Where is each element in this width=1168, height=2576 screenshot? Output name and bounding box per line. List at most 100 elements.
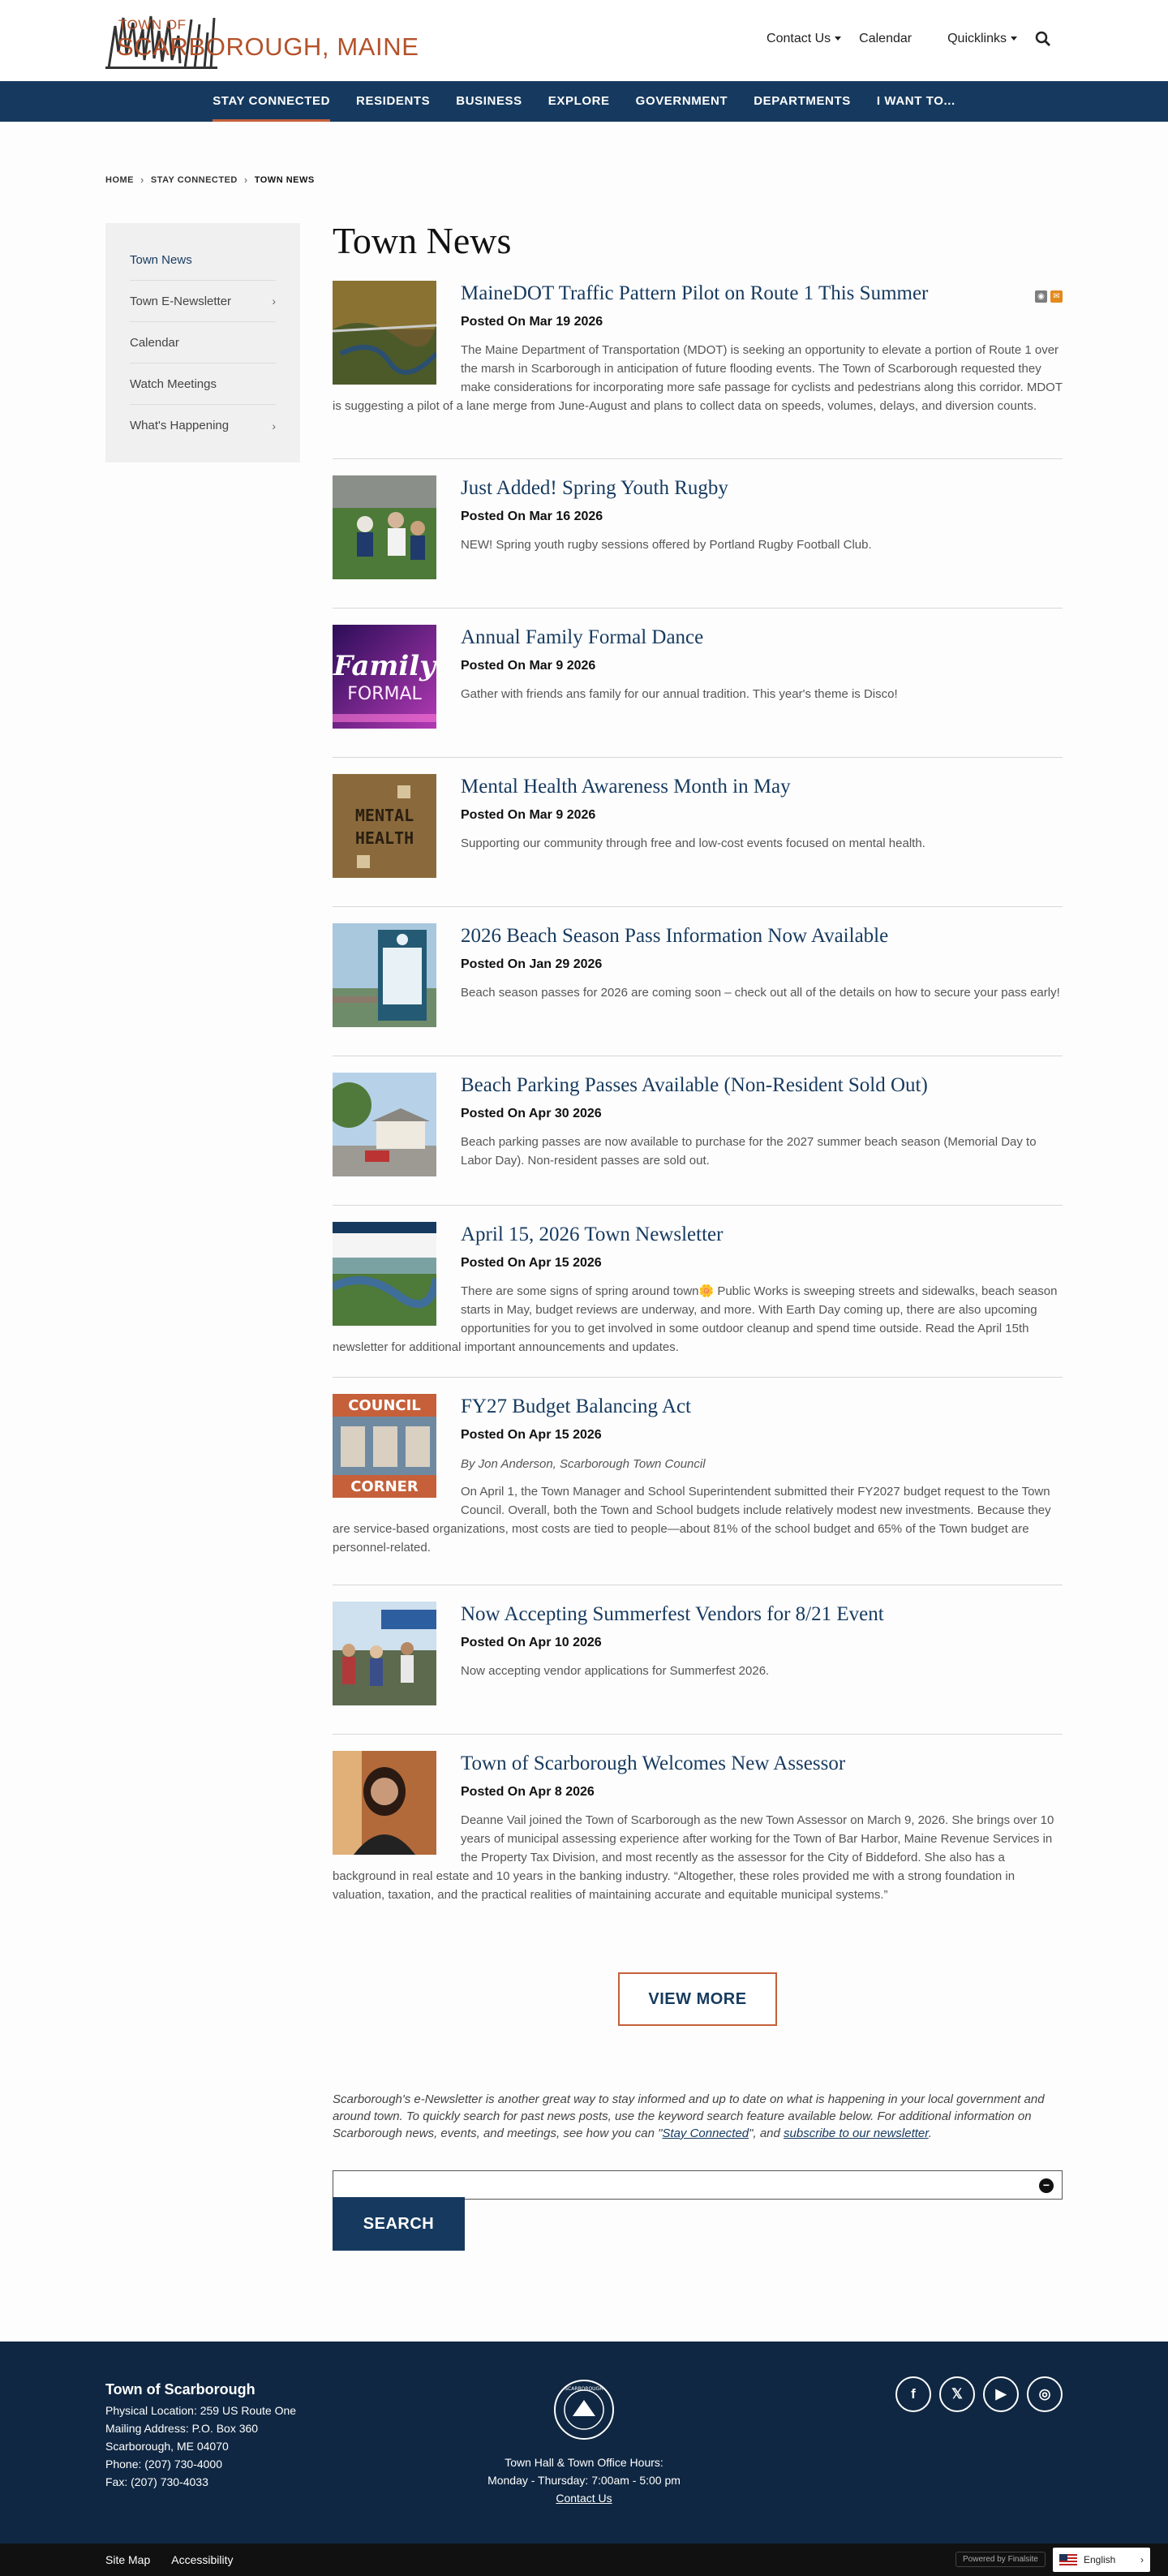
nav-explore[interactable]: EXPLORE	[535, 81, 623, 122]
sidebar: Town News Town E-Newsletter › Calendar Wa…	[105, 223, 300, 462]
bottom-bar: Site Map Accessibility Powered by Finals…	[0, 2544, 1168, 2576]
facebook-icon[interactable]: f	[895, 2376, 931, 2412]
footer-mailing-address: Mailing Address: P.O. Box 360	[105, 2422, 259, 2435]
news-date: Posted On Jan 29 2026	[461, 957, 603, 971]
news-item: Family FORMAL Annual Family Formal Dance…	[333, 609, 1063, 758]
youtube-icon[interactable]: ▶	[983, 2376, 1019, 2412]
council-text: COUNCIL	[348, 1397, 421, 1414]
news-thumbnail[interactable]	[333, 1222, 436, 1326]
footer-hours-value: Monday - Thursday: 7:00am - 5:00 pm	[487, 2474, 681, 2487]
contact-us-dropdown[interactable]: Contact Us	[766, 32, 841, 46]
nav-i-want-to[interactable]: I WANT TO...	[864, 81, 968, 122]
summerfest-image	[333, 1602, 436, 1705]
family-text: Family	[333, 650, 436, 682]
language-selector[interactable]: English ›	[1053, 2548, 1150, 2572]
news-date: Posted On Mar 9 2026	[461, 659, 596, 673]
main-content: Town News ◉ ✉ MaineDOT Traffic Pattern P…	[333, 219, 1063, 1904]
news-date: Posted On Mar 9 2026	[461, 808, 596, 822]
search-icon[interactable]	[1035, 31, 1051, 47]
instagram-icon[interactable]: ◎	[1027, 2376, 1063, 2412]
news-title[interactable]: FY27 Budget Balancing Act	[333, 1394, 1063, 1420]
news-date: Posted On Mar 16 2026	[461, 510, 603, 523]
nav-government[interactable]: GOVERNMENT	[623, 81, 741, 122]
news-thumbnail[interactable]	[333, 475, 436, 579]
chevron-right-icon[interactable]: ›	[272, 419, 276, 432]
accessibility-link[interactable]: Accessibility	[171, 2553, 233, 2566]
town-seal-logo[interactable]: SCARBOROUGH	[553, 2379, 615, 2441]
footer-contact-link[interactable]: Contact Us	[556, 2492, 612, 2505]
footer-org-name: Town of Scarborough	[105, 2381, 256, 2398]
news-summary: Gather with friends ans family for our a…	[461, 687, 898, 701]
news-title[interactable]: Just Added! Spring Youth Rugby	[333, 475, 1063, 501]
news-title[interactable]: Now Accepting Summerfest Vendors for 8/2…	[333, 1602, 1063, 1628]
us-flag-icon	[1059, 2554, 1077, 2565]
news-item: MENTAL HEALTH Mental Health Awareness Mo…	[333, 758, 1063, 907]
news-title[interactable]: 2026 Beach Season Pass Information Now A…	[333, 923, 1063, 949]
news-date: Posted On Apr 10 2026	[461, 1636, 602, 1649]
x-twitter-icon[interactable]: 𝕏	[939, 2376, 975, 2412]
news-title[interactable]: April 15, 2026 Town Newsletter	[333, 1222, 1063, 1248]
news-thumbnail[interactable]: Family FORMAL	[333, 625, 436, 729]
footer-hours-title: Town Hall & Town Office Hours:	[505, 2456, 663, 2469]
promo-text-3: .	[928, 2127, 932, 2140]
news-date: Posted On Apr 15 2026	[461, 1256, 602, 1270]
news-date: Posted On Apr 15 2026	[461, 1428, 602, 1442]
seal-text: SCARBOROUGH	[565, 2386, 603, 2392]
quicklinks-dropdown[interactable]: Quicklinks	[947, 32, 1017, 46]
news-date: Posted On Mar 19 2026	[461, 315, 603, 329]
sidebar-item-town-news[interactable]: Town News	[130, 239, 276, 281]
sidebar-item-label: What's Happening	[130, 419, 230, 432]
nav-departments[interactable]: DEPARTMENTS	[741, 81, 864, 122]
calendar-link[interactable]: Calendar	[859, 32, 912, 46]
powered-by-badge[interactable]: Powered by Finalsite	[955, 2552, 1046, 2567]
breadcrumb-stay-connected[interactable]: STAY CONNECTED	[151, 175, 238, 185]
newsletter-promo-text: Scarborough's e-Newsletter is another gr…	[333, 2091, 1063, 2142]
sidebar-item-label: Calendar	[130, 335, 179, 350]
sidebar-item-whats-happening[interactable]: What's Happening ›	[130, 405, 276, 446]
subscribe-newsletter-link[interactable]: subscribe to our newsletter	[784, 2127, 929, 2140]
stay-connected-link[interactable]: Stay Connected	[662, 2127, 749, 2140]
breadcrumb: HOME › STAY CONNECTED › TOWN NEWS	[105, 174, 315, 186]
news-thumbnail[interactable]	[333, 923, 436, 1027]
news-thumbnail[interactable]	[333, 1751, 436, 1855]
news-title[interactable]: Town of Scarborough Welcomes New Assesso…	[333, 1751, 1063, 1777]
news-item: April 15, 2026 Town Newsletter Posted On…	[333, 1206, 1063, 1378]
nav-business[interactable]: BUSINESS	[443, 81, 535, 122]
news-item: 2026 Beach Season Pass Information Now A…	[333, 907, 1063, 1056]
news-date: Posted On Apr 8 2026	[461, 1785, 595, 1799]
news-summary: Deanne Vail joined the Town of Scarborou…	[333, 1813, 1054, 1902]
assessor-portrait-image	[333, 1751, 436, 1855]
news-title[interactable]: MaineDOT Traffic Pattern Pilot on Route …	[333, 281, 1063, 307]
chevron-right-icon[interactable]: ›	[272, 295, 276, 307]
news-item: Now Accepting Summerfest Vendors for 8/2…	[333, 1585, 1063, 1735]
news-item: Town of Scarborough Welcomes New Assesso…	[333, 1735, 1063, 1904]
news-thumbnail[interactable]: MENTAL HEALTH	[333, 774, 436, 878]
view-more-button[interactable]: VIEW MORE	[618, 1972, 777, 2026]
nav-stay-connected[interactable]: STAY CONNECTED	[200, 81, 343, 122]
chevron-right-icon: ›	[140, 174, 144, 186]
clear-search-icon[interactable]: −	[1039, 2178, 1054, 2193]
news-thumbnail[interactable]	[333, 1602, 436, 1705]
site-map-link[interactable]: Site Map	[105, 2553, 150, 2566]
news-title[interactable]: Annual Family Formal Dance	[333, 625, 1063, 651]
news-thumbnail[interactable]: COUNCIL CORNER	[333, 1394, 436, 1498]
search-input[interactable]	[333, 2171, 1062, 2199]
news-thumbnail[interactable]	[333, 1073, 436, 1176]
health-text: HEALTH	[355, 828, 414, 848]
news-summary: Supporting our community through free an…	[461, 836, 925, 850]
chevron-right-icon: ›	[243, 174, 248, 186]
news-title[interactable]: Beach Parking Passes Available (Non-Resi…	[333, 1073, 1063, 1099]
news-item: Beach Parking Passes Available (Non-Resi…	[333, 1056, 1063, 1206]
breadcrumb-home[interactable]: HOME	[105, 175, 134, 185]
search-field[interactable]: −	[333, 2170, 1063, 2200]
sidebar-item-watch-meetings[interactable]: Watch Meetings	[130, 363, 276, 405]
sidebar-item-calendar[interactable]: Calendar	[130, 322, 276, 363]
news-thumbnail[interactable]	[333, 281, 436, 385]
search-button[interactable]: SEARCH	[333, 2197, 465, 2251]
sidebar-item-town-e-newsletter[interactable]: Town E-Newsletter ›	[130, 281, 276, 322]
news-title[interactable]: Mental Health Awareness Month in May	[333, 774, 1063, 800]
footer-phone: Phone: (207) 730-4000	[105, 2458, 222, 2471]
logo-town-name[interactable]: SCARBOROUGH, MAINE	[117, 32, 419, 62]
news-summary: The Maine Department of Transportation (…	[333, 343, 1063, 413]
nav-residents[interactable]: RESIDENTS	[343, 81, 443, 122]
